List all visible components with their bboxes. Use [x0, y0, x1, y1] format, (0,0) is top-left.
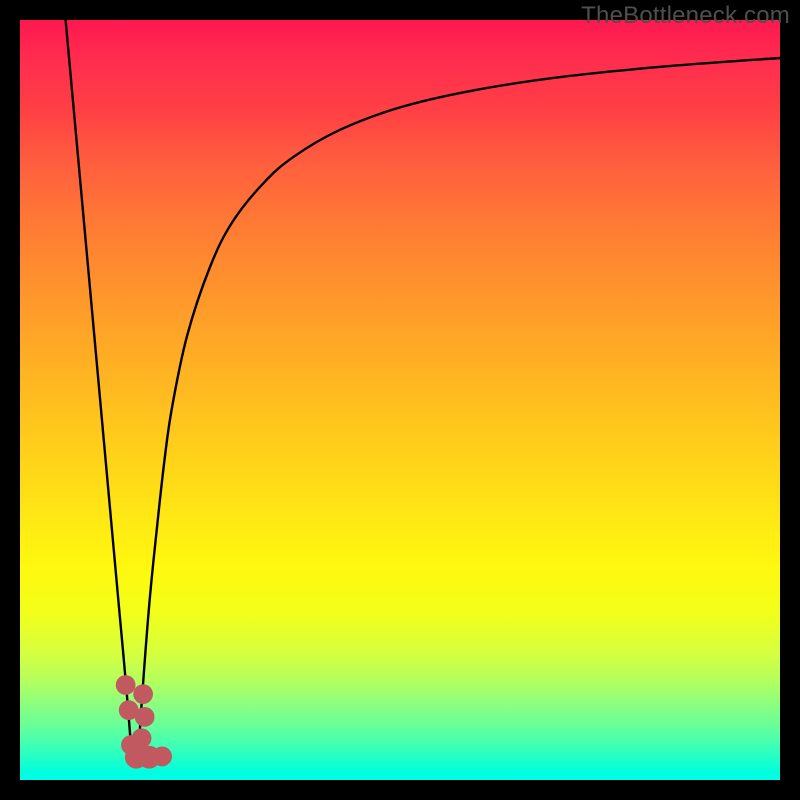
marker-d: [135, 707, 155, 727]
marker-i: [152, 747, 172, 767]
marker-g: [121, 735, 141, 755]
marker-c: [133, 684, 153, 704]
marker-a: [116, 675, 136, 695]
curve-left-branch: [66, 20, 133, 765]
watermark-text: TheBottleneck.com: [581, 2, 790, 30]
curve-right-branch: [138, 58, 780, 765]
marker-group: [116, 675, 172, 768]
chart-overlay: [20, 20, 780, 780]
chart-container: TheBottleneck.com: [0, 0, 800, 800]
